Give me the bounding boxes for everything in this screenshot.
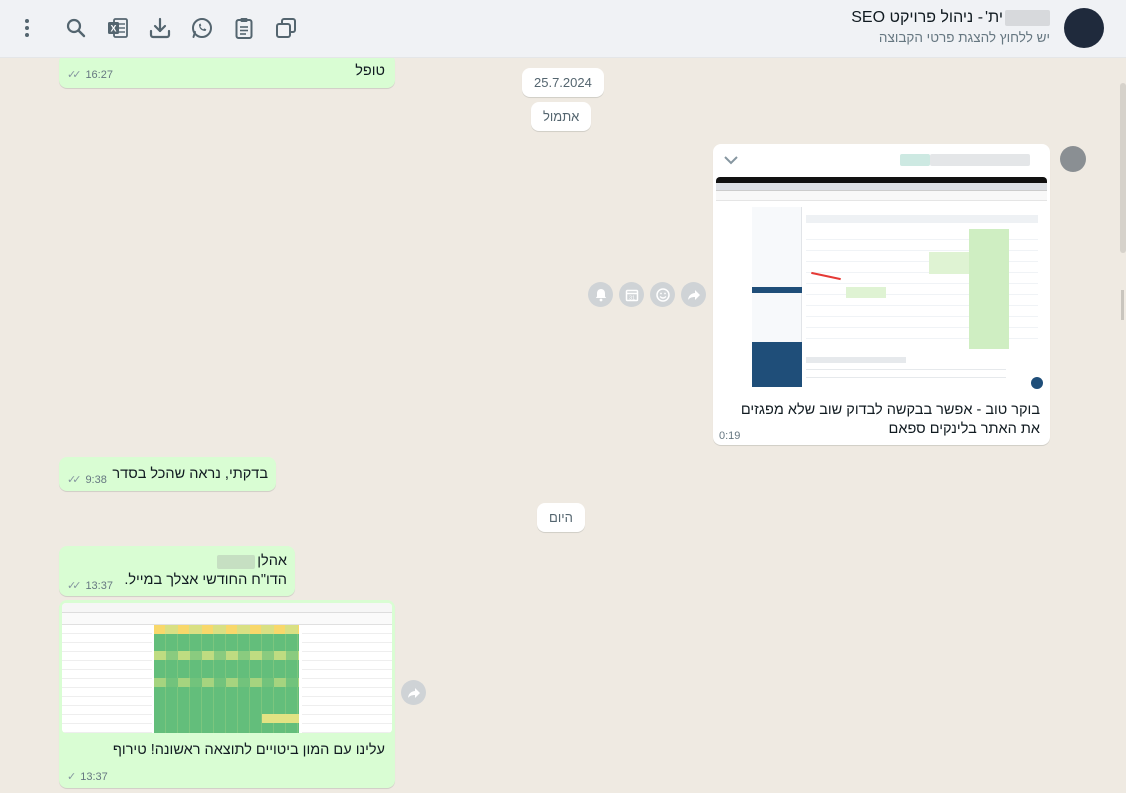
clipboard-icon[interactable]	[231, 15, 257, 41]
excel-icon[interactable]: X	[105, 15, 131, 41]
menu-icon[interactable]	[14, 15, 40, 41]
scrollbar-thumb[interactable]	[1120, 83, 1126, 253]
message-meta: ✓✓ 16:27	[67, 68, 113, 82]
chat-area[interactable]: טופל ✓✓ 16:27 25.7.2024 אתמול בוקר טוב -…	[0, 58, 1126, 793]
message-text: אהלן	[257, 553, 287, 569]
group-name-prefix: ית'	[985, 9, 1003, 26]
svg-text:X: X	[110, 24, 116, 34]
message-time: 9:38	[85, 473, 107, 486]
double-check-icon: ✓✓	[67, 474, 82, 486]
redacted-sender	[900, 154, 1030, 166]
message-meta: ✓ 13:37	[67, 770, 108, 784]
forward-icon[interactable]	[681, 282, 706, 307]
scrollbar-marker	[1121, 290, 1124, 320]
message-image[interactable]	[716, 177, 1047, 393]
group-subtitle: יש ללחוץ להצגת פרטי הקבוצה	[878, 30, 1050, 45]
message-text: הדו"ח החודשי אצלך במייל.	[124, 572, 287, 588]
copy-icon[interactable]	[273, 15, 299, 41]
group-avatar[interactable]	[1064, 8, 1104, 48]
message-meta: ✓✓ 13:37	[67, 579, 113, 593]
message-text: בדקתי, נראה שהכל בסדר	[112, 466, 268, 482]
single-check-icon: ✓	[67, 771, 76, 783]
bell-icon[interactable]	[588, 282, 613, 307]
forward-icon[interactable]	[401, 680, 426, 705]
message-time: 13:37	[80, 770, 108, 783]
double-check-icon: ✓✓	[67, 580, 82, 592]
sender-avatar[interactable]	[1060, 146, 1086, 172]
download-icon[interactable]	[147, 15, 173, 41]
redacted-name	[217, 554, 256, 569]
whatsapp-icon[interactable]	[189, 15, 215, 41]
message-time: 13:37	[85, 579, 113, 592]
message-first-line: אהלן	[217, 552, 287, 571]
search-icon[interactable]	[63, 15, 89, 41]
group-title-area[interactable]: ית' - ניהול פרויקט SEO יש ללחוץ להצגת פר…	[851, 9, 1050, 45]
caption-line: בוקר טוב - אפשר בבקשה לבדוק שוב שלא מפגז…	[740, 402, 1040, 418]
caption-line: את האתר בלינקים ספאם	[888, 421, 1040, 437]
date-divider: היום	[537, 503, 585, 532]
date-divider: אתמול	[531, 102, 592, 131]
svg-text:31: 31	[628, 295, 634, 301]
message-caption: עלינו עם המון ביטויים לתוצאה ראשונה! טיר…	[112, 742, 385, 758]
emoji-icon[interactable]	[650, 282, 675, 307]
message-time: 0:19	[719, 430, 741, 442]
message-bubble[interactable]: בוקר טוב - אפשר בבקשה לבדוק שוב שלא מפגז…	[713, 144, 1050, 445]
group-name-rest: - ניהול פרויקט SEO	[851, 9, 984, 26]
group-name: ית' - ניהול פרויקט SEO	[851, 9, 1050, 27]
chevron-down-icon[interactable]	[723, 153, 739, 171]
message-time: 16:27	[85, 68, 113, 81]
message-meta: ✓✓ 9:38	[67, 473, 107, 487]
message-bubble[interactable]: אהלן הדו"ח החודשי אצלך במייל. ✓✓ 13:37	[59, 546, 295, 596]
redacted-name	[1005, 10, 1050, 26]
calendar-icon[interactable]: 31	[619, 282, 644, 307]
chat-header[interactable]: ית' - ניהול פרויקט SEO יש ללחוץ להצגת פר…	[0, 0, 1126, 58]
message-caption: בוקר טוב - אפשר בבקשה לבדוק שוב שלא מפגז…	[741, 401, 1040, 439]
message-bubble[interactable]: טופל ✓✓ 16:27	[59, 58, 395, 88]
message-image[interactable]	[62, 603, 392, 733]
message-bubble[interactable]: עלינו עם המון ביטויים לתוצאה ראשונה! טיר…	[59, 600, 395, 788]
double-check-icon: ✓✓	[67, 69, 82, 81]
message-bubble[interactable]: בדקתי, נראה שהכל בסדר ✓✓ 9:38	[59, 457, 276, 491]
date-divider: 25.7.2024	[522, 68, 604, 97]
message-text: טופל	[355, 63, 385, 79]
